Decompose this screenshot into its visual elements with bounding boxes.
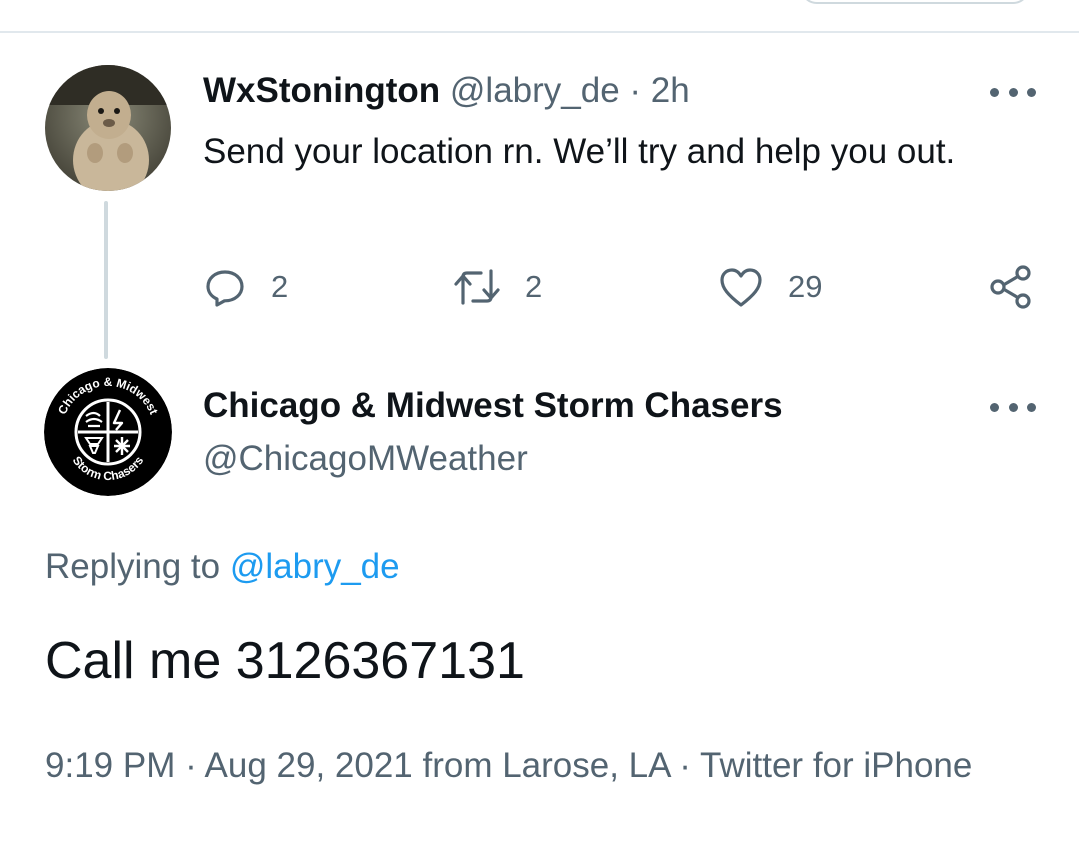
reply-count: 2 xyxy=(271,269,289,304)
tweet2-text: Call me 3126367131 xyxy=(45,632,525,690)
more-horizontal-icon[interactable] xyxy=(990,85,1036,99)
replying-to-label: Replying to xyxy=(45,547,230,586)
share-button[interactable] xyxy=(988,262,1034,312)
reply-button[interactable]: 2 xyxy=(203,262,288,312)
tweet2-timestamp[interactable]: 9:19 PM · Aug 29, 2021 from Larose, LA ·… xyxy=(45,740,1035,792)
retweet-count: 2 xyxy=(525,269,543,304)
replying-to-link[interactable]: @labry_de xyxy=(230,547,400,586)
replying-to-line: Replying to @labry_de xyxy=(45,544,400,590)
tweet1-text: Send your location rn. We’ll try and hel… xyxy=(203,132,956,171)
tweet2-handle[interactable]: @ChicagoMWeather xyxy=(203,436,528,482)
marmot-avatar xyxy=(45,65,171,191)
reply-icon xyxy=(206,270,244,307)
tweet1-actions: 2 2 29 xyxy=(203,262,1043,312)
tweet2-display-name[interactable]: Chicago & Midwest Storm Chasers xyxy=(203,383,783,429)
avatar-chicagomweather[interactable]: Chicago & Midwest Storm Chasers xyxy=(44,368,172,496)
tweet1-time[interactable]: 2h xyxy=(651,71,690,110)
tweet1-display-name[interactable]: WxStonington xyxy=(203,71,440,110)
top-divider xyxy=(0,31,1079,33)
like-count: 29 xyxy=(788,269,823,304)
tweet-detail-page: WxStonington @labry_de · 2h Send your lo… xyxy=(0,0,1079,862)
share-icon xyxy=(990,265,1031,309)
avatar-wxstonington[interactable] xyxy=(45,65,171,191)
retweet-icon xyxy=(454,269,500,305)
follow-button-partial[interactable] xyxy=(800,0,1030,4)
more-horizontal-icon[interactable] xyxy=(990,400,1036,414)
tweet1-handle[interactable]: @labry_de xyxy=(450,71,620,110)
storm-chasers-logo: Chicago & Midwest Storm Chasers xyxy=(44,368,172,496)
retweet-button[interactable]: 2 xyxy=(453,262,542,312)
tweet1-header: WxStonington @labry_de · 2h xyxy=(203,69,690,113)
thread-connector-line xyxy=(104,201,108,359)
like-button[interactable]: 29 xyxy=(718,262,822,312)
tweet1-separator: · xyxy=(619,71,651,110)
heart-icon xyxy=(720,268,762,307)
